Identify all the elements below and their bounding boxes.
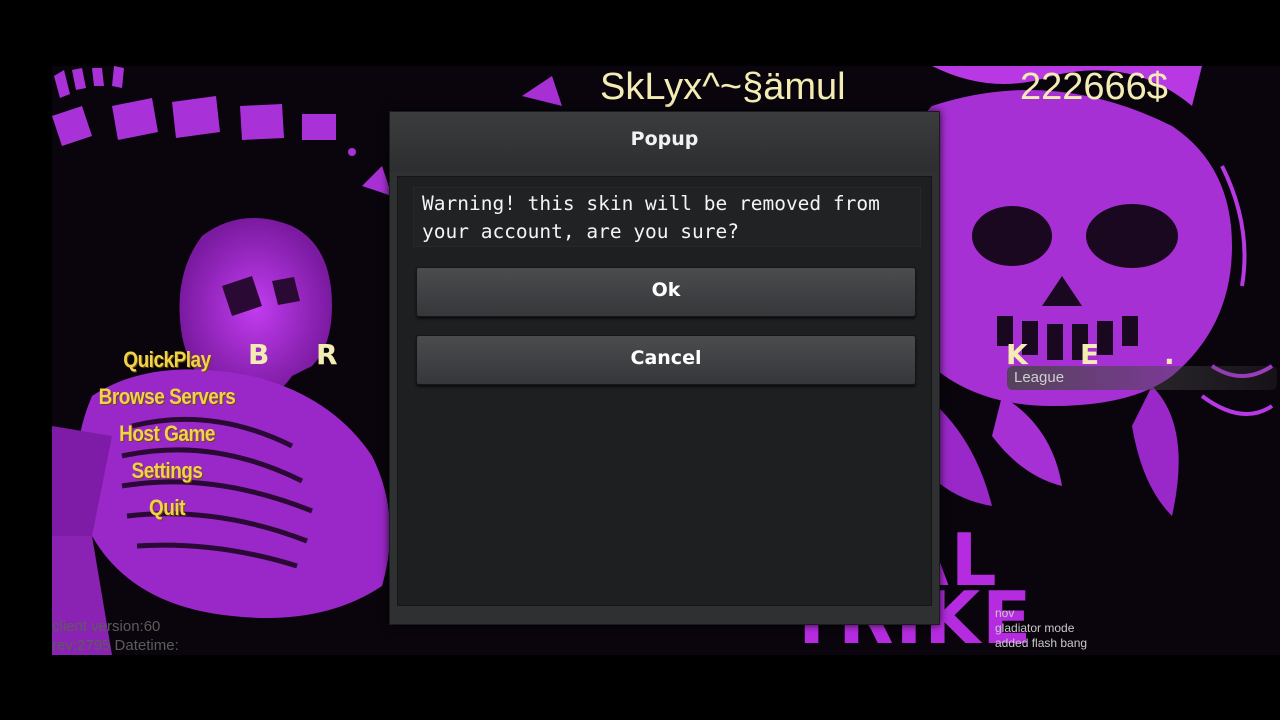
popup-title: Popup bbox=[630, 128, 699, 150]
version-line: client version:60 bbox=[52, 618, 161, 635]
menu-item-quit[interactable]: Quit bbox=[92, 487, 242, 530]
popup-titlebar[interactable]: Popup bbox=[390, 112, 939, 172]
patch-note-line: gladiator mode bbox=[995, 621, 1075, 635]
ok-button[interactable]: Ok bbox=[416, 267, 916, 317]
title-letter: B bbox=[248, 338, 270, 371]
sound-effect-glyphs bbox=[52, 66, 356, 156]
league-label[interactable]: League bbox=[1014, 369, 1064, 386]
currency-balance: 222666$ bbox=[1020, 66, 1168, 108]
cancel-button[interactable]: Cancel bbox=[416, 335, 916, 385]
main-menu: QuickPlay Browse Servers Host Game Setti… bbox=[92, 342, 242, 527]
popup-message: Warning! this skin will be removed from … bbox=[413, 187, 921, 247]
revision-line: rev:2795 Datetime: bbox=[52, 637, 179, 654]
confirm-popup: Popup Warning! this skin will be removed… bbox=[389, 111, 940, 625]
player-name: SkLyx^~§ämul bbox=[600, 66, 846, 108]
popup-body: Warning! this skin will be removed from … bbox=[397, 176, 932, 606]
patch-notes: nov gladiator mode added flash bang bbox=[995, 606, 1087, 651]
patch-note-line: nov bbox=[995, 606, 1015, 620]
client-version: client version:60 rev:2795 Datetime: bbox=[52, 617, 179, 655]
patch-note-line: added flash bang bbox=[995, 636, 1088, 650]
skull-artwork bbox=[885, 66, 1274, 516]
title-letter: R bbox=[316, 338, 338, 371]
